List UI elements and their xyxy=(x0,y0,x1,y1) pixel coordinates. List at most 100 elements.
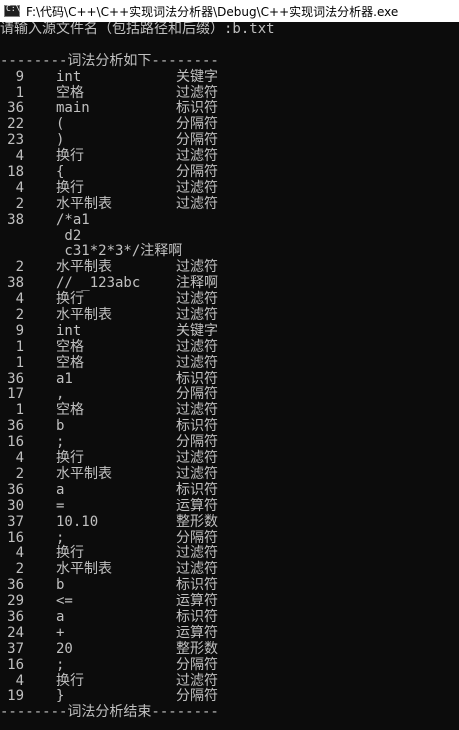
token-row: 16; 分隔符 xyxy=(0,529,459,547)
token-code: 18 xyxy=(7,164,24,181)
token-code: 2 xyxy=(15,561,24,578)
token-row: 29 <= 运算符 xyxy=(0,593,459,610)
token-word: ) xyxy=(56,132,65,149)
token-word: 水平制表 xyxy=(56,195,112,212)
token-row: 1 空格 过滤符 xyxy=(0,338,459,356)
token-type: 运算符 xyxy=(176,497,218,514)
token-code: 4 xyxy=(15,545,24,562)
token-type: 分隔符 xyxy=(176,116,218,133)
token-type: 标识符 xyxy=(176,577,218,594)
token-word: 换行 xyxy=(56,545,84,562)
token-code: 36 xyxy=(7,577,24,594)
token-word: , xyxy=(56,386,65,403)
token-word: b xyxy=(56,577,65,594)
token-row: 38 // _123abc 注释啊 xyxy=(0,275,459,292)
token-row: 16; 分隔符 xyxy=(0,656,459,674)
token-word: 空格 xyxy=(56,354,84,371)
token-code: 36 xyxy=(7,608,24,625)
token-row: 17, 分隔符 xyxy=(0,387,459,403)
token-code: 29 xyxy=(7,593,24,610)
token-word: 水平制表 xyxy=(56,465,112,482)
token-word: 水平制表 xyxy=(56,561,112,578)
token-row: 36 b 标识符 xyxy=(0,577,459,594)
token-word: <= xyxy=(56,593,73,610)
token-type: 运算符 xyxy=(176,593,218,610)
console-app-icon xyxy=(4,4,20,17)
token-type: 过滤符 xyxy=(176,402,218,419)
filename-prompt: 请输入源文件名（包括路径和后缀）:b.txt xyxy=(0,22,275,37)
token-row: 24 + 运算符 xyxy=(0,624,459,642)
token-word: 空格 xyxy=(56,338,84,355)
analysis-header: --------词法分析如下-------- xyxy=(0,52,219,69)
token-row: 36 a 标识符 xyxy=(0,481,459,499)
token-row: 4 换行 过滤符 xyxy=(0,291,459,308)
token-row: 30 = 运算符 xyxy=(0,497,459,515)
token-type: 分隔符 xyxy=(176,386,218,403)
token-word: a xyxy=(56,608,65,625)
token-type: 标识符 xyxy=(176,481,218,498)
token-code: 4 xyxy=(15,179,24,196)
token-row: 36 main 标识符 xyxy=(0,101,459,117)
token-word: { xyxy=(56,164,65,181)
token-type: 过滤符 xyxy=(176,307,218,324)
token-code: 24 xyxy=(7,624,24,641)
token-code: 9 xyxy=(15,322,24,339)
token-code: 4 xyxy=(15,672,24,689)
token-row: 36 b 标识符 xyxy=(0,418,459,435)
token-type: 过滤符 xyxy=(176,195,218,212)
token-word: 水平制表 xyxy=(56,307,112,324)
token-code: 37 xyxy=(7,640,24,657)
token-code: 2 xyxy=(15,307,24,324)
token-type: 标识符 xyxy=(176,418,218,435)
token-word: int xyxy=(56,68,82,85)
token-type: 标识符 xyxy=(176,100,218,117)
token-word: 换行 xyxy=(56,672,84,689)
token-type: 过滤符 xyxy=(176,672,218,689)
token-row: 1 空格 过滤符 xyxy=(0,402,459,419)
token-code: 36 xyxy=(7,370,24,387)
token-code: 2 xyxy=(15,195,24,212)
token-word: a1 xyxy=(56,370,73,387)
console-output[interactable]: 请输入源文件名（包括路径和后缀）:b.txt --------词法分析如下---… xyxy=(0,22,459,730)
token-code: 16 xyxy=(7,656,24,673)
token-code: 1 xyxy=(15,402,24,419)
token-code: 4 xyxy=(15,148,24,165)
token-word: a xyxy=(56,481,65,498)
token-word: } xyxy=(56,688,65,705)
token-word: = xyxy=(56,497,65,514)
token-code: 9 xyxy=(15,68,24,85)
token-type: 分隔符 xyxy=(176,529,218,546)
token-row: 4 换行 过滤符 xyxy=(0,672,459,690)
token-code: 36 xyxy=(7,100,24,117)
token-type: 分隔符 xyxy=(176,434,218,451)
window-titlebar[interactable]: F:\代码\C++\C++实现词法分析器\Debug\C++实现词法分析器.ex… xyxy=(0,0,459,22)
token-code: 16 xyxy=(7,434,24,451)
token-list: 9 int 关键字 1 空格 过滤符 36 main 标识符 22(分隔符 23) 分隔符 4 换行 过滤符… xyxy=(0,68,459,706)
token-word: 换行 xyxy=(56,179,84,196)
token-row: 2 水平制表 过滤符 xyxy=(0,259,459,276)
token-row: 36 a 标识符 xyxy=(0,608,459,626)
token-word: /*a1 xyxy=(56,211,90,228)
token-code: 37 xyxy=(7,513,24,530)
token-type: 分隔符 xyxy=(176,688,218,705)
token-row: 9 int 关键字 xyxy=(0,68,459,86)
token-code: 2 xyxy=(15,259,24,276)
token-row: 37 20 整形数 xyxy=(0,640,459,658)
token-type: 标识符 xyxy=(176,608,218,625)
token-code: 17 xyxy=(7,386,24,403)
token-code: 4 xyxy=(15,450,24,467)
token-row: 2 水平制表 过滤符 xyxy=(0,465,459,483)
token-word: 换行 xyxy=(56,450,84,467)
token-row: 36 a1 标识符 xyxy=(0,370,459,388)
token-type: 过滤符 xyxy=(176,84,218,101)
token-row: d2 xyxy=(0,228,459,245)
token-code: 1 xyxy=(15,84,24,101)
token-type: 运算符 xyxy=(176,624,218,641)
token-type: 过滤符 xyxy=(176,465,218,482)
token-type: 过滤符 xyxy=(176,338,218,355)
token-row: c31*2*3*/注释啊 xyxy=(0,244,459,260)
token-code: 23 xyxy=(7,132,24,149)
token-type: 过滤符 xyxy=(176,148,218,165)
token-type: 整形数 xyxy=(176,513,218,530)
token-code: 36 xyxy=(7,481,24,498)
